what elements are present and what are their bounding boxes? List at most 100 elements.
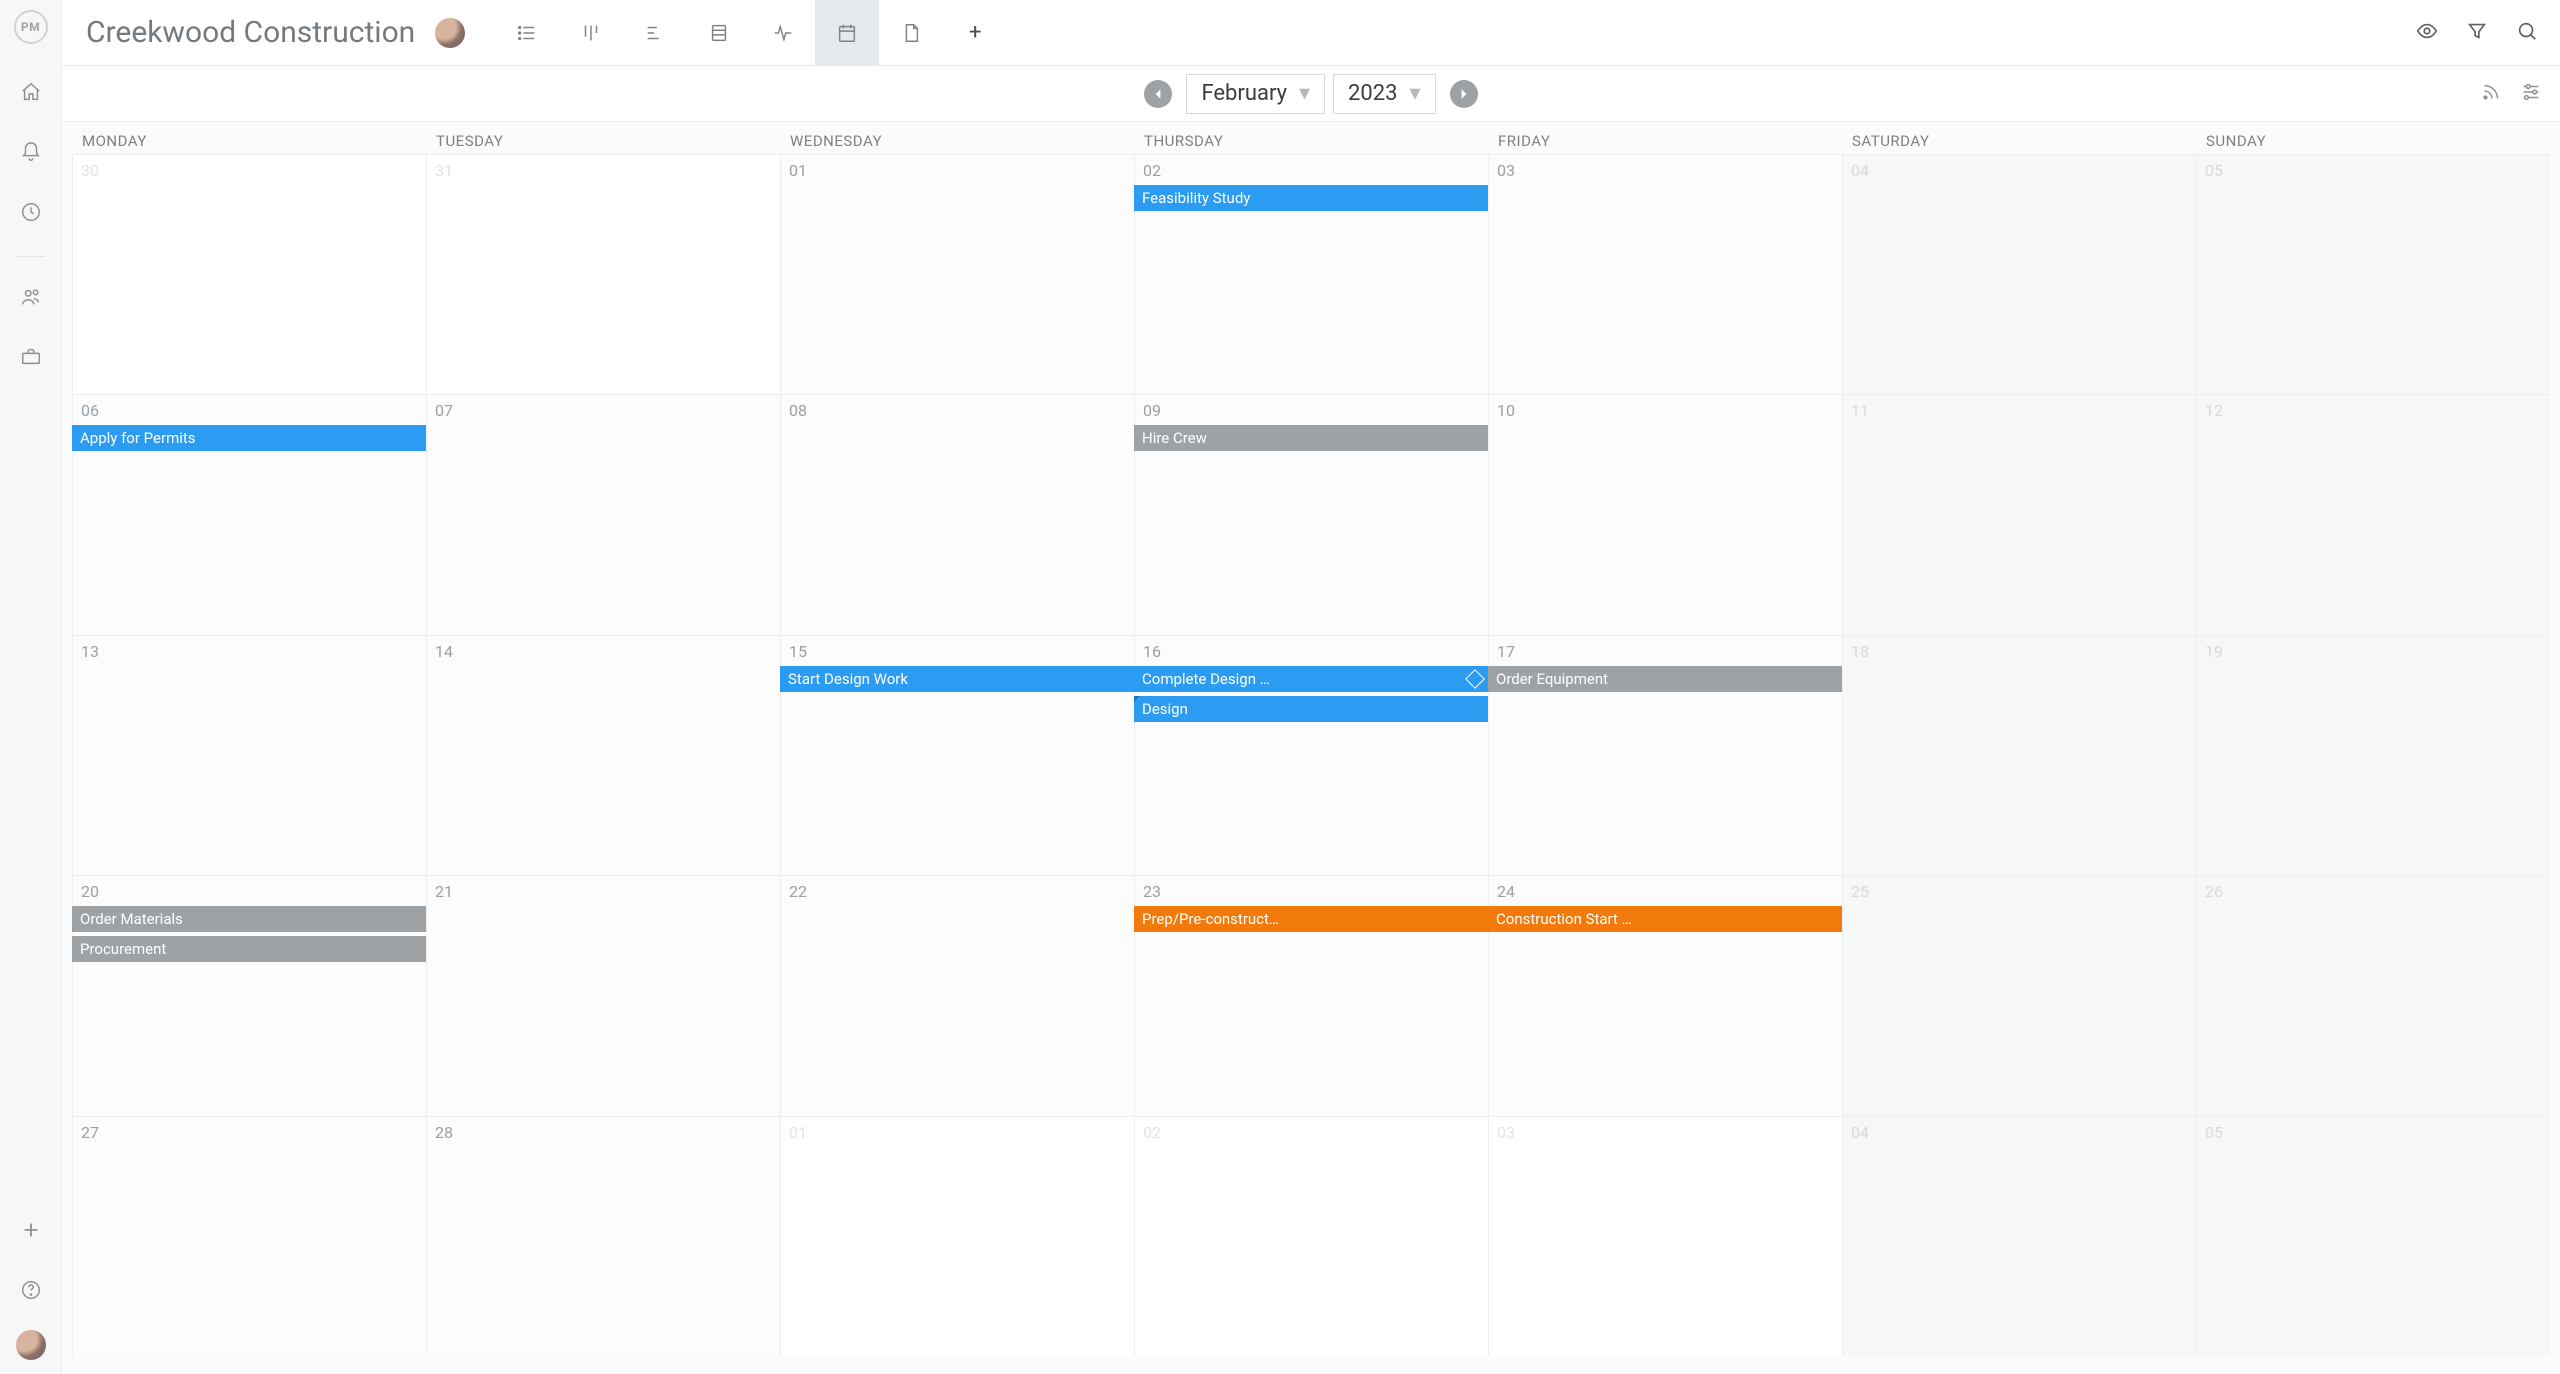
- view-gantt-icon[interactable]: [623, 0, 687, 66]
- day-number: 04: [1851, 161, 2188, 180]
- calendar-event[interactable]: Prep/Pre-construct…: [1134, 906, 1488, 932]
- settings-sliders-icon[interactable]: [2520, 81, 2542, 107]
- calendar-event[interactable]: Order Materials: [72, 906, 426, 932]
- day-header: MONDAY: [72, 132, 426, 150]
- calendar-event[interactable]: Feasibility Study: [1134, 185, 1488, 211]
- day-cell[interactable]: 01: [780, 1117, 1134, 1356]
- day-cell[interactable]: 28: [426, 1117, 780, 1356]
- year-select-value: 2023: [1348, 81, 1397, 106]
- day-cell[interactable]: 02: [1134, 1117, 1488, 1356]
- day-number: 26: [2205, 882, 2542, 901]
- calendar-event[interactable]: Design: [1134, 696, 1488, 722]
- year-select[interactable]: 2023 ▾: [1333, 74, 1436, 114]
- day-cell[interactable]: 03: [1488, 155, 1842, 394]
- day-cell[interactable]: 31: [426, 155, 780, 394]
- day-header: THURSDAY: [1134, 132, 1488, 150]
- day-cell[interactable]: 26: [2196, 876, 2550, 1115]
- help-icon[interactable]: [11, 1270, 51, 1310]
- day-cell[interactable]: 22: [780, 876, 1134, 1115]
- day-number: 05: [2205, 161, 2542, 180]
- week-row: 06 07 08 09 10 11 12 Apply for Permits Hire Crew: [72, 394, 2550, 634]
- day-header: SUNDAY: [2196, 132, 2550, 150]
- day-cell[interactable]: 25: [1842, 876, 2196, 1115]
- day-cell[interactable]: 11: [1842, 395, 2196, 634]
- day-number: 12: [2205, 401, 2542, 420]
- view-sheet-icon[interactable]: [687, 0, 751, 66]
- calendar-event[interactable]: Apply for Permits: [72, 425, 426, 451]
- month-select[interactable]: February ▾: [1186, 74, 1325, 114]
- day-cell[interactable]: 13: [72, 636, 426, 875]
- project-title: Creekwood Construction: [86, 15, 415, 50]
- day-cell[interactable]: 03: [1488, 1117, 1842, 1356]
- view-tabs: +: [495, 0, 1007, 66]
- calendar-event[interactable]: Start Design Work: [780, 666, 1134, 692]
- calendar-event[interactable]: Construction Start …: [1488, 906, 1842, 932]
- day-cell[interactable]: 19: [2196, 636, 2550, 875]
- day-number: 15: [789, 642, 1126, 661]
- week-row: 13141516171819Start Design WorkComplete …: [72, 635, 2550, 875]
- day-number: 20: [81, 882, 418, 901]
- bell-icon[interactable]: [11, 132, 51, 172]
- day-cell[interactable]: 05: [2196, 1117, 2550, 1356]
- month-picker-bar: February ▾ 2023 ▾: [62, 66, 2560, 122]
- day-cell[interactable]: 05: [2196, 155, 2550, 394]
- clock-icon[interactable]: [11, 192, 51, 232]
- search-icon[interactable]: [2516, 20, 2538, 46]
- calendar-event[interactable]: Complete Design …: [1134, 666, 1488, 692]
- view-list-icon[interactable]: [495, 0, 559, 66]
- chevron-down-icon: ▾: [1410, 81, 1421, 106]
- day-number: 21: [435, 882, 772, 901]
- day-number: 02: [1143, 1123, 1480, 1142]
- day-number: 11: [1851, 401, 2188, 420]
- day-cell[interactable]: 21: [426, 876, 780, 1115]
- view-board-icon[interactable]: [559, 0, 623, 66]
- prev-month-button[interactable]: [1144, 80, 1172, 108]
- add-icon[interactable]: [11, 1210, 51, 1250]
- day-cell[interactable]: 30: [72, 155, 426, 394]
- topbar: Creekwood Construction: [62, 0, 2560, 66]
- project-avatar[interactable]: [435, 18, 465, 48]
- day-header: TUESDAY: [426, 132, 780, 150]
- day-cell[interactable]: 14: [426, 636, 780, 875]
- home-icon[interactable]: [11, 72, 51, 112]
- view-activity-icon[interactable]: [751, 0, 815, 66]
- day-cell[interactable]: 08: [780, 395, 1134, 634]
- rss-icon[interactable]: [2480, 81, 2502, 107]
- day-cell[interactable]: 27: [72, 1117, 426, 1356]
- view-file-icon[interactable]: [879, 0, 943, 66]
- day-header: FRIDAY: [1488, 132, 1842, 150]
- calendar-event[interactable]: Order Equipment: [1488, 666, 1842, 692]
- fold-icon: [1134, 696, 1140, 702]
- people-icon[interactable]: [11, 277, 51, 317]
- day-cell[interactable]: 04: [1842, 1117, 2196, 1356]
- day-number: 08: [789, 401, 1126, 420]
- visibility-icon[interactable]: [2416, 20, 2438, 46]
- next-month-button[interactable]: [1450, 80, 1478, 108]
- milestone-icon: [1465, 669, 1485, 689]
- calendar-event[interactable]: Hire Crew: [1134, 425, 1488, 451]
- day-number: 31: [435, 161, 772, 180]
- day-cell[interactable]: 07: [426, 395, 780, 634]
- calendar-event[interactable]: Procurement: [72, 936, 426, 962]
- day-number: 10: [1497, 401, 1834, 420]
- day-cell[interactable]: 18: [1842, 636, 2196, 875]
- view-calendar-icon[interactable]: [815, 0, 879, 66]
- day-cell[interactable]: 12: [2196, 395, 2550, 634]
- add-view-icon[interactable]: +: [943, 0, 1007, 66]
- day-cell[interactable]: 10: [1488, 395, 1842, 634]
- day-number: 09: [1143, 401, 1480, 420]
- day-number: 30: [81, 161, 418, 180]
- filter-icon[interactable]: [2466, 20, 2488, 46]
- logo-pm[interactable]: PM: [14, 10, 48, 44]
- chevron-down-icon: ▾: [1299, 81, 1310, 106]
- day-header: SATURDAY: [1842, 132, 2196, 150]
- day-cell[interactable]: 04: [1842, 155, 2196, 394]
- briefcase-icon[interactable]: [11, 337, 51, 377]
- day-header: WEDNESDAY: [780, 132, 1134, 150]
- day-cell[interactable]: 01: [780, 155, 1134, 394]
- day-number: 06: [81, 401, 418, 420]
- day-number: 23: [1143, 882, 1480, 901]
- rail-avatar[interactable]: [16, 1330, 46, 1360]
- calendar-grid: 30310102030405Feasibility Study060708091…: [72, 154, 2550, 1356]
- day-number: 18: [1851, 642, 2188, 661]
